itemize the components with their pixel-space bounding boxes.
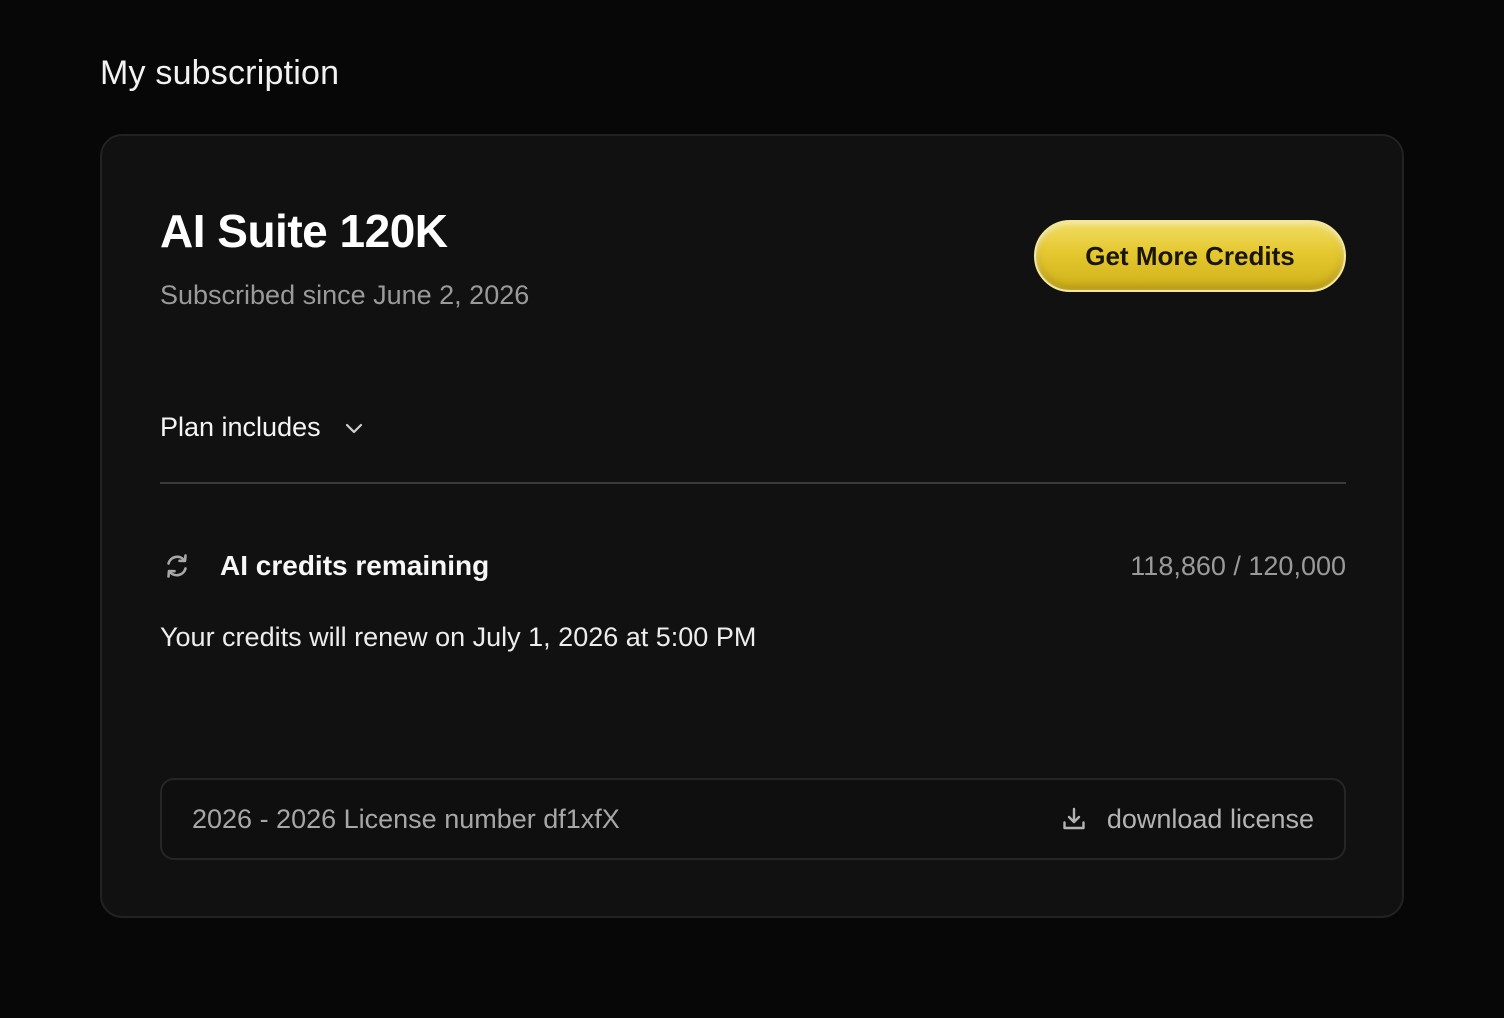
- subscription-page: My subscription AI Suite 120K Subscribed…: [0, 0, 1504, 1018]
- subscribed-since-text: Subscribed since June 2, 2026: [160, 280, 530, 310]
- download-license-label: download license: [1106, 803, 1314, 834]
- credits-row: AI credits remaining 118,860 / 120,000: [160, 546, 1346, 586]
- plan-includes-label: Plan includes: [160, 412, 321, 442]
- credits-remaining-label: AI credits remaining: [220, 550, 490, 581]
- page-title: My subscription: [100, 54, 340, 92]
- divider: [160, 482, 1346, 484]
- download-icon: [1061, 806, 1087, 832]
- download-license-button[interactable]: download license: [1061, 804, 1314, 835]
- credits-renew-text: Your credits will renew on July 1, 2026 …: [160, 622, 757, 652]
- credits-remaining-value: 118,860 / 120,000: [1130, 550, 1346, 581]
- license-number-text: 2026 - 2026 License number df1xfX: [192, 803, 620, 834]
- get-more-credits-button[interactable]: Get More Credits: [1034, 220, 1346, 292]
- chevron-down-icon: [343, 417, 365, 439]
- plan-name: AI Suite 120K: [160, 205, 448, 257]
- refresh-icon: [160, 549, 194, 583]
- license-box: 2026 - 2026 License number df1xfX downlo…: [160, 778, 1346, 860]
- credits-label-group: AI credits remaining: [160, 549, 489, 583]
- subscription-card: AI Suite 120K Subscribed since June 2, 2…: [100, 134, 1404, 918]
- plan-includes-toggle[interactable]: Plan includes: [160, 412, 365, 443]
